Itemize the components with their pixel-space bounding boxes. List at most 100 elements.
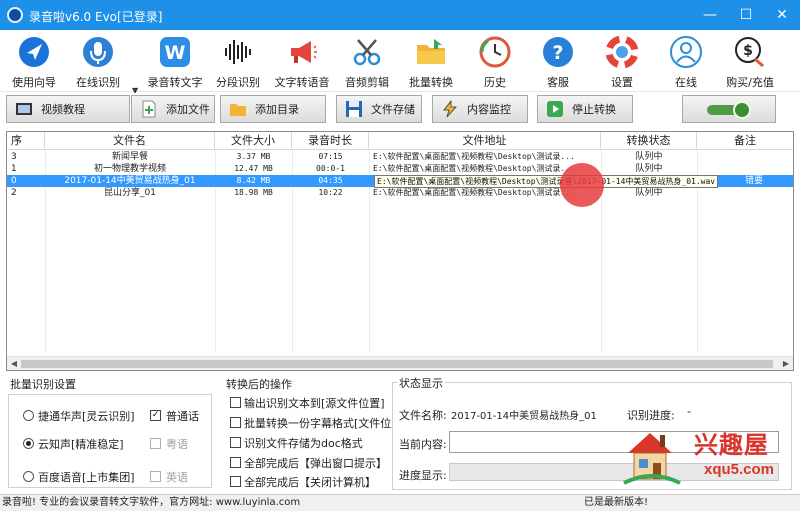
scroll-right-icon[interactable]: ▶ <box>779 357 793 370</box>
column-header-path[interactable]: 文件地址 <box>369 132 601 150</box>
navigation-arrow-icon <box>16 34 52 70</box>
row-file-size: 18.98 MB <box>234 188 273 197</box>
horizontal-scrollbar[interactable]: ◀ ▶ <box>7 356 793 370</box>
watermark-url: xqu5.com <box>704 461 775 478</box>
table-row[interactable]: 3 新闻早餐 3.37 MB 07:15 E:\软件配置\桌面配置\视频教程\D… <box>7 151 793 163</box>
column-header-note[interactable]: 备注 <box>697 132 793 150</box>
soundwave-icon <box>220 34 256 70</box>
table-row[interactable]: 1 初一物理教学视频 12.47 MB 00:0-1 E:\软件配置\桌面配置\… <box>7 163 793 175</box>
tool-text-to-speech[interactable]: 文字转语音 <box>270 34 334 90</box>
row-note: 错要 <box>745 176 764 186</box>
row-index: 3 <box>11 152 17 162</box>
progress-display-label: 进度显示: <box>399 469 447 482</box>
tool-customer-service[interactable]: ? 客服 <box>526 34 590 90</box>
row-file-size: 12.47 MB <box>234 164 273 173</box>
add-file-button[interactable]: 添加文件 <box>131 95 215 123</box>
column-header-name[interactable]: 文件名 <box>45 132 215 150</box>
engine-radio-jietong[interactable] <box>23 410 34 421</box>
tool-online[interactable]: 在线 <box>654 34 718 90</box>
status-bar-right: 已是最新版本! <box>584 497 649 508</box>
tool-record-to-text[interactable]: W 录音转文字 <box>143 34 207 90</box>
popup-notify-label: 全部完成后【弹出窗口提示】 <box>244 457 387 470</box>
status-bar-left: 录音啦! 专业的会议录音转文字软件，官方网址: www.luyinla.com <box>2 497 301 508</box>
english-label: 英语 <box>166 471 188 484</box>
video-tutorial-button[interactable]: 视频教程 <box>6 95 130 123</box>
column-header-status[interactable]: 转换状态 <box>601 132 697 150</box>
engine-label-baidu: 百度语音[上市集团] <box>38 471 135 484</box>
engine-radio-yunzhisheng[interactable] <box>23 438 34 449</box>
row-file-size: 8.42 MB <box>236 176 271 185</box>
current-content-label: 当前内容: <box>399 438 447 451</box>
scrollbar-thumb[interactable] <box>21 360 773 368</box>
tool-online-recognition[interactable]: 在线识别 <box>66 34 130 90</box>
path-tooltip: E:\软件配置\桌面配置\视频教程\Desktop\测试录音\2017-01-1… <box>374 175 719 188</box>
title-bar: 录音啦v6.0 Evo[已登录] — ☐ ✕ <box>0 0 800 30</box>
history-clock-icon <box>477 34 513 70</box>
watermark-title: 兴趣屋 <box>694 431 769 459</box>
row-status: 队列中 <box>635 164 663 174</box>
mandarin-checkbox[interactable]: ✓ <box>150 410 161 421</box>
shutdown-checkbox[interactable] <box>230 476 241 487</box>
english-checkbox[interactable] <box>150 471 161 482</box>
row-index: 2 <box>11 188 17 198</box>
engine-radio-baidu[interactable] <box>23 471 34 482</box>
row-file-size: 3.37 MB <box>236 152 271 161</box>
monitor-toggle-switch[interactable] <box>682 95 776 123</box>
tool-batch-convert[interactable]: 批量转换 <box>399 34 463 90</box>
doc-format-checkbox[interactable] <box>230 437 241 448</box>
scroll-left-icon[interactable]: ◀ <box>7 357 21 370</box>
stop-convert-button[interactable]: 停止转换 <box>537 95 633 123</box>
column-header-size[interactable]: 文件大小 <box>215 132 292 150</box>
subtitle-checkbox[interactable] <box>230 417 241 428</box>
file-name-value: 2017-01-14中美贸易战热身_01 <box>451 411 597 422</box>
mandarin-label: 普通话 <box>166 410 199 423</box>
batch-settings-panel: 批量识别设置 捷通华声[灵云识别] 云知声[精准稳定] 百度语音[上市集团] ✓… <box>4 374 216 491</box>
floppy-disk-icon <box>345 100 363 118</box>
video-icon <box>15 100 33 118</box>
add-folder-label: 添加目录 <box>255 103 299 116</box>
maximize-button[interactable]: ☐ <box>728 0 764 30</box>
minimize-button[interactable]: — <box>692 0 728 30</box>
lifebuoy-icon <box>604 34 640 70</box>
add-file-label: 添加文件 <box>166 103 210 116</box>
output-text-checkbox[interactable] <box>230 397 241 408</box>
tool-guide[interactable]: 使用向导 <box>2 34 66 90</box>
row-note <box>697 187 793 199</box>
table-header: 序 文件名 文件大小 录音时长 文件地址 转换状态 备注 <box>7 132 793 150</box>
post-actions-panel: 转换后的操作 输出识别文本到[源文件位置] 批量转换一份字幕格式[文件位置] 识… <box>222 374 407 491</box>
tool-buy-recharge[interactable]: $ 购买/充值 <box>718 34 782 90</box>
row-file-name: 2017-01-14中美贸易战热身_01 <box>64 176 196 186</box>
close-button[interactable]: ✕ <box>764 0 800 30</box>
window-title: 录音啦v6.0 Evo[已登录] <box>29 10 163 24</box>
row-file-name: 新闻早餐 <box>111 152 148 162</box>
cantonese-checkbox[interactable] <box>150 438 161 449</box>
app-logo-icon <box>7 7 23 23</box>
post-actions-title: 转换后的操作 <box>226 378 292 391</box>
w-letter-icon: W <box>157 34 193 70</box>
content-monitor-button[interactable]: 内容监控 <box>432 95 528 123</box>
megaphone-icon <box>284 34 320 70</box>
table-row[interactable]: 2 昆山分享_01 18.98 MB 10:22 E:\软件配置\桌面配置\视频… <box>7 187 793 199</box>
shutdown-label: 全部完成后【关闭计算机】 <box>244 476 376 489</box>
tool-settings[interactable]: 设置 <box>590 34 654 90</box>
tool-history[interactable]: 历史 <box>463 34 527 90</box>
row-note <box>697 151 793 163</box>
doc-format-label: 识别文件存储为doc格式 <box>244 437 363 450</box>
row-index: 0 <box>11 176 17 186</box>
row-status: 队列中 <box>635 188 663 198</box>
popup-notify-checkbox[interactable] <box>230 457 241 468</box>
svg-text:W: W <box>165 42 186 64</box>
tool-segment-recognition[interactable]: 分段识别 <box>206 34 270 90</box>
add-folder-button[interactable]: 添加目录 <box>220 95 326 123</box>
column-header-duration[interactable]: 录音时长 <box>292 132 369 150</box>
save-file-button[interactable]: 文件存储 <box>336 95 422 123</box>
progress-value: - <box>687 405 691 418</box>
content-monitor-label: 内容监控 <box>467 103 511 116</box>
output-text-label: 输出识别文本到[源文件位置] <box>244 397 385 410</box>
tool-audio-clip[interactable]: 音频剪辑 <box>335 34 399 90</box>
batch-settings-group: 捷通华声[灵云识别] 云知声[精准稳定] 百度语音[上市集团] ✓ 普通话 粤语… <box>8 394 212 488</box>
subtitle-label: 批量转换一份字幕格式[文件位置] <box>244 417 407 430</box>
row-file-path: E:\软件配置\桌面配置\视频教程\Desktop\测试录... <box>373 152 575 161</box>
column-header-index[interactable]: 序 <box>7 132 45 150</box>
row-status: 队列中 <box>635 152 663 162</box>
